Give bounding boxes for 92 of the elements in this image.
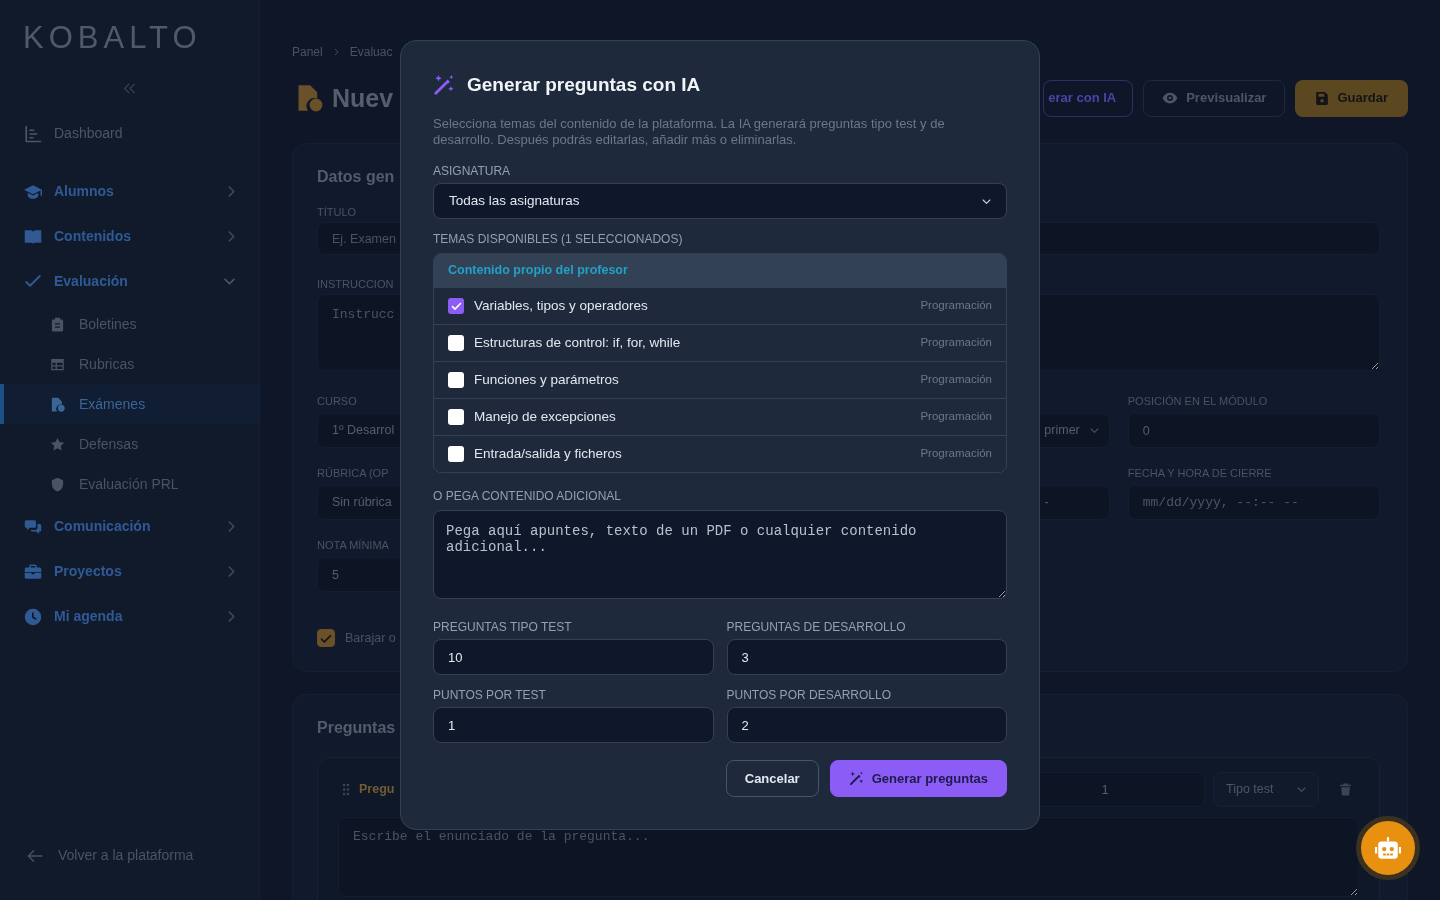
type-select[interactable]: Tipo test [1213,772,1319,808]
checkmark-icon [320,632,332,644]
date-time-field[interactable]: mm/dd/yyyy, --:-- -- [1127,485,1380,520]
checkbox[interactable] [448,335,464,351]
field-label: TEMAS DISPONIBLES (1 SELECCIONADOS) [433,232,683,246]
drag-handle-icon[interactable] [342,783,350,797]
clock-icon [24,607,42,626]
topic-label: Variables, tipos y operadores [474,296,648,315]
field-label: PREGUNTAS TIPO TEST [433,620,572,634]
number-input[interactable]: 1 [433,707,714,743]
number-input[interactable]: 3 [726,639,1007,675]
topic-subject: Programación [920,298,992,314]
preview-button[interactable]: Previsualizar [1143,79,1286,117]
book-icon [24,227,42,246]
nav-group[interactable]: Evaluación [0,259,259,304]
field-label: O PEGA CONTENIDO ADICIONAL [433,489,622,503]
field-label: PUNTOS POR DESARROLLO [726,688,891,702]
topic-subject: Programación [920,335,992,351]
content-textarea[interactable]: Pega aquí apuntes, texto de un PDF o cualquier contenido adicional... [433,510,1007,599]
field-label: PUNTOS POR TEST [433,688,546,702]
breadcrumb-link[interactable]: Evaluac [349,43,393,61]
field-label: NOTA MÍNIMA [317,538,389,552]
collapse-icon[interactable] [123,82,136,95]
nav-item[interactable]: Rubricas [0,344,259,384]
nav-item[interactable]: Dashboard [0,111,259,156]
breadcrumb-link[interactable]: Panel [292,43,323,61]
arrow-left-icon [26,847,44,864]
field-label: POSICIÓN EN EL MÓDULO [1127,394,1268,408]
chevron-right-icon [332,48,340,56]
number-input[interactable]: 2 [726,707,1007,743]
ai-button[interactable]: erar con IA [1043,79,1134,117]
checkbox[interactable] [448,298,464,314]
robot-icon [1375,837,1401,859]
checkbox[interactable] [448,372,464,388]
nav-item[interactable]: Boletines [0,304,259,344]
logo-text: KOBALTO [23,22,202,53]
nav-group[interactable]: Comunicación [0,504,259,549]
question-title: Pregu [359,781,395,799]
chart-icon [24,124,42,143]
generate-button[interactable]: Generar preguntas [829,760,1007,797]
topic-label: Estructuras de control: if, for, while [474,333,681,352]
modal-description: Selecciona temas del contenido de la plataforma. La IA generará preguntas tipo test y de desarrollo. Después podrás editarlas, añadir más o eliminarlas. [433,116,946,148]
eye-icon [1162,90,1179,106]
topic-subject: Programación [920,446,992,462]
topic-label: Funciones y parámetros [474,370,619,389]
star-icon [50,436,65,452]
topic-label: Entrada/salida y ficheros [474,444,622,463]
checkbox[interactable] [448,409,464,425]
field-label: ASIGNATURA [433,164,511,178]
chevron-down-icon [1089,426,1099,435]
chevron-down-icon [1297,785,1306,795]
field-label: RÚBRICA (OP [317,466,389,480]
subject-select[interactable]: Todas las asignaturas [433,183,1007,219]
nav-item[interactable]: Defensas [0,424,259,464]
topic-label: Manejo de excepciones [474,407,616,426]
topic-subject: Programación [920,372,992,388]
topic-subject: Programación [920,409,992,425]
cancel-button[interactable]: Cancelar [725,760,819,797]
nav-group[interactable]: Proyectos [0,549,259,594]
page-title: Nuev [332,85,394,111]
field-label: PREGUNTAS DE DESARROLLO [726,620,906,634]
trash-icon[interactable] [1339,782,1352,798]
nav-group[interactable]: Mi agenda [0,594,259,639]
graduation-cap-icon [24,182,42,201]
number-input[interactable]: 10 [433,639,714,675]
nav-group[interactable]: Contenidos [0,214,259,259]
chat-bubbles-icon [24,517,42,536]
checkmark-icon [450,301,462,311]
grid-icon [50,356,65,372]
document-question-icon [50,396,65,412]
checkbox[interactable] [448,446,464,462]
nav-item[interactable]: Exámenes [0,384,259,424]
magic-wand-icon [848,771,864,786]
field-label: CURSO [317,394,357,408]
modal-title: Generar preguntas con IA [467,72,701,97]
field-label: INSTRUCCION [317,277,394,291]
chevron-down-icon [982,196,991,206]
briefcase-icon [24,562,42,581]
panel-title: Preguntas [317,717,396,738]
input-field[interactable]: 0 [1127,413,1380,448]
panel-title: Datos gen [317,167,395,187]
checkbox-label: Barajar o [345,630,396,647]
save-button[interactable]: Guardar [1295,79,1408,117]
group-header: Contenido propio del profesor [434,254,1006,287]
nav-item[interactable]: Evaluación PRL [0,464,259,504]
clipboard-icon [50,316,65,332]
save-icon [1315,90,1330,106]
shield-icon [50,476,65,492]
checkbox[interactable] [317,629,335,648]
magic-wand-icon [433,74,455,96]
back-link[interactable]: Volver a la plataforma [0,845,259,866]
nav-group[interactable]: Alumnos [0,169,259,214]
